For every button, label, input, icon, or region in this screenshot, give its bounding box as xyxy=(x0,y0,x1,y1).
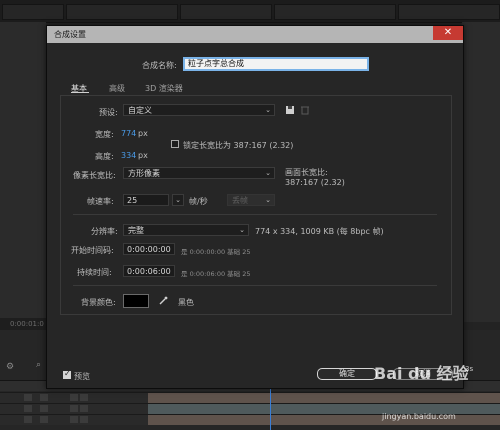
timeline-playhead[interactable] xyxy=(270,388,271,430)
layer-switch[interactable] xyxy=(40,405,48,412)
bg-color-label: 背景颜色: xyxy=(81,298,116,307)
app-toolbar xyxy=(0,0,500,23)
toolbar-segment xyxy=(2,4,64,20)
width-label: 宽度: xyxy=(95,130,114,139)
toolbar-segment xyxy=(66,4,178,20)
eyedropper-icon[interactable] xyxy=(158,296,168,306)
chevron-down-icon: ⌄ xyxy=(239,226,245,234)
frame-aspect-label: 画面长宽比: xyxy=(285,168,328,177)
layer-switch[interactable] xyxy=(80,416,88,423)
bg-color-name: 黑色 xyxy=(178,298,194,307)
pixel-aspect-value: 方形像素 xyxy=(128,169,160,178)
resolution-value: 完整 xyxy=(128,226,144,235)
layer-switch[interactable] xyxy=(70,394,78,401)
chevron-down-icon: ⌄ xyxy=(265,196,271,204)
layer-switch[interactable] xyxy=(70,416,78,423)
frame-rate-dropdown[interactable]: ⌄ xyxy=(172,194,184,206)
layer-switch[interactable] xyxy=(24,405,32,412)
height-unit: px xyxy=(138,151,148,160)
divider xyxy=(73,214,437,215)
left-panel xyxy=(0,22,46,322)
tab-advanced[interactable]: 高级 xyxy=(109,83,125,94)
layer-switch[interactable] xyxy=(24,416,32,423)
drop-frame-select[interactable]: 丢帧 ⌄ xyxy=(227,194,275,206)
search-icon[interactable]: ⌕ xyxy=(36,360,41,370)
chevron-down-icon: ⌄ xyxy=(175,196,181,204)
layer-switch[interactable] xyxy=(40,394,48,401)
comp-name-label: 合成名称: xyxy=(142,61,177,70)
watermark-logo: Bai du 经验 xyxy=(374,364,469,383)
preset-value: 自定义 xyxy=(128,106,152,115)
tab-3d-renderer[interactable]: 3D 渲染器 xyxy=(145,83,183,94)
dialog-title: 合成设置 xyxy=(54,30,86,39)
drop-frame-value: 丢帧 xyxy=(232,196,248,205)
start-timecode-note: 是 0:00:00:00 基础 25 xyxy=(181,248,251,256)
preset-label: 预设: xyxy=(99,108,118,117)
height-value[interactable]: 334 xyxy=(121,151,136,160)
pixel-aspect-select[interactable]: 方形像素 ⌄ xyxy=(123,167,275,179)
chevron-down-icon: ⌄ xyxy=(265,169,271,177)
active-tab-indicator xyxy=(71,92,89,93)
width-value[interactable]: 774 xyxy=(121,129,136,138)
layer-switch[interactable] xyxy=(40,416,48,423)
preset-select[interactable]: 自定义 ⌄ xyxy=(123,104,275,116)
dialog-titlebar: 合成设置 ✕ xyxy=(47,26,463,43)
comp-icon[interactable]: ⚙ xyxy=(6,362,14,372)
frame-rate-input[interactable]: 25 xyxy=(123,194,169,206)
duration-label: 持续时间: xyxy=(77,268,112,277)
resolution-select[interactable]: 完整 ⌄ xyxy=(123,224,249,236)
frame-aspect-value: 387:167 (2.32) xyxy=(285,178,345,187)
delete-preset-icon[interactable] xyxy=(300,105,310,115)
lock-aspect-checkbox[interactable] xyxy=(171,140,179,148)
comp-name-input[interactable]: 粒子点字总合成 xyxy=(183,57,369,71)
frame-rate-label: 帧速率: xyxy=(87,197,114,206)
chevron-down-icon: ⌄ xyxy=(265,106,271,114)
watermark-url: jingyan.baidu.com xyxy=(382,412,456,421)
preview-label: 预览 xyxy=(74,372,90,381)
toolbar-segment xyxy=(180,4,272,20)
width-unit: px xyxy=(138,129,148,138)
layer-switch[interactable] xyxy=(80,405,88,412)
bg-color-swatch[interactable] xyxy=(123,294,149,308)
right-panel xyxy=(462,22,500,322)
layer-switch[interactable] xyxy=(24,394,32,401)
ok-button[interactable]: 确定 xyxy=(317,368,377,380)
close-button[interactable]: ✕ xyxy=(433,26,463,40)
lock-aspect-label: 锁定长宽比为 387:167 (2.32) xyxy=(183,141,294,150)
toolbar-segment xyxy=(398,4,500,20)
duration-note: 是 0:00:06:00 基础 25 xyxy=(181,270,251,278)
pixel-aspect-label: 像素长宽比: xyxy=(73,171,116,180)
duration-input[interactable]: 0:00:06:00 xyxy=(123,265,175,277)
start-timecode-input[interactable]: 0:00:00:00 xyxy=(123,243,175,255)
toolbar-segment xyxy=(274,4,396,20)
resolution-info: 774 x 334, 1009 KB (每 8bpc 帧) xyxy=(255,227,384,236)
layer-switch[interactable] xyxy=(70,405,78,412)
composition-settings-dialog: 合成设置 ✕ 合成名称: 粒子点字总合成 基本 高级 3D 渲染器 预设: 自定… xyxy=(46,25,464,389)
resolution-label: 分辨率: xyxy=(91,227,118,236)
preview-checkbox[interactable] xyxy=(63,369,71,379)
layer-switch[interactable] xyxy=(80,394,88,401)
divider xyxy=(73,285,437,286)
height-label: 高度: xyxy=(95,152,114,161)
save-preset-icon[interactable] xyxy=(285,105,295,115)
frame-rate-unit: 帧/秒 xyxy=(189,197,208,206)
baidu-watermark: Bai du 经验 jingyan.baidu.com xyxy=(374,360,494,430)
start-timecode-label: 开始时间码: xyxy=(71,246,114,255)
